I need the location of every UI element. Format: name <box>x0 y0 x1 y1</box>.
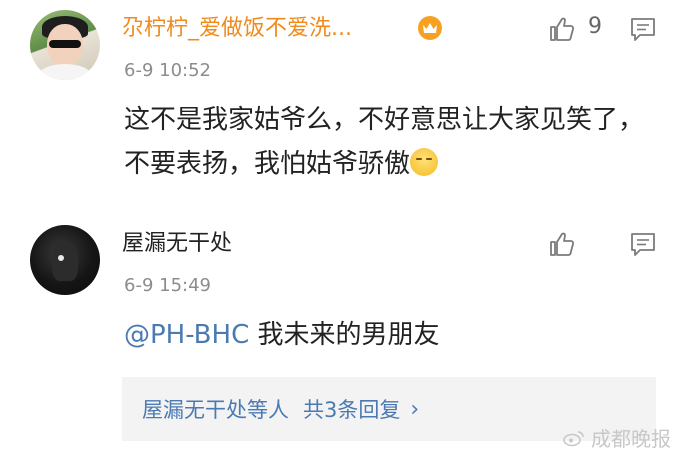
like-icon[interactable] <box>546 229 576 259</box>
avatar-body <box>38 64 92 80</box>
comment-text: 这不是我家姑爷么，不好意思让大家见笑了，不要表扬，我怕姑爷骄傲 <box>124 98 664 186</box>
avatar-glasses <box>49 40 81 48</box>
avatar-silhouette <box>52 241 78 281</box>
comment-author-name[interactable]: 尕柠柠_爱做饭不爱洗... <box>122 16 352 42</box>
replies-count: 共3条回复 <box>303 398 401 422</box>
replies-authors: 屋漏无干处等人 <box>142 398 289 422</box>
weibo-logo-icon <box>563 430 584 446</box>
avatar[interactable] <box>30 225 100 295</box>
crown-icon <box>418 16 442 40</box>
comment-author-name[interactable]: 屋漏无干处 <box>122 231 232 257</box>
like-count: 9 <box>588 14 602 39</box>
like-icon[interactable] <box>546 14 576 44</box>
comment-time: 6-9 15:49 <box>124 275 211 296</box>
comment-text: @PH-BHC 我未来的男朋友 <box>124 313 664 357</box>
comment-text-body: 我未来的男朋友 <box>249 320 440 350</box>
emoji-icon <box>410 148 439 176</box>
comment-item: 尕柠柠_爱做饭不爱洗... 6-9 10:52 这不是我家姑爷么，不好意思让大家… <box>0 0 683 215</box>
chevron-right-icon: › <box>410 396 420 422</box>
comment-reply-icon[interactable] <box>628 229 658 259</box>
avatar[interactable] <box>30 10 100 80</box>
avatar-highlight <box>58 255 64 261</box>
watermark-text: 成都晚报 <box>591 427 671 451</box>
mention-link[interactable]: @PH-BHC <box>124 320 249 350</box>
comment-time: 6-9 10:52 <box>124 60 211 81</box>
watermark: 成都晚报 <box>563 423 671 452</box>
comment-text-body: 这不是我家姑爷么，不好意思让大家见笑了，不要表扬，我怕姑爷骄傲 <box>124 105 645 179</box>
comment-reply-icon[interactable] <box>628 14 658 44</box>
